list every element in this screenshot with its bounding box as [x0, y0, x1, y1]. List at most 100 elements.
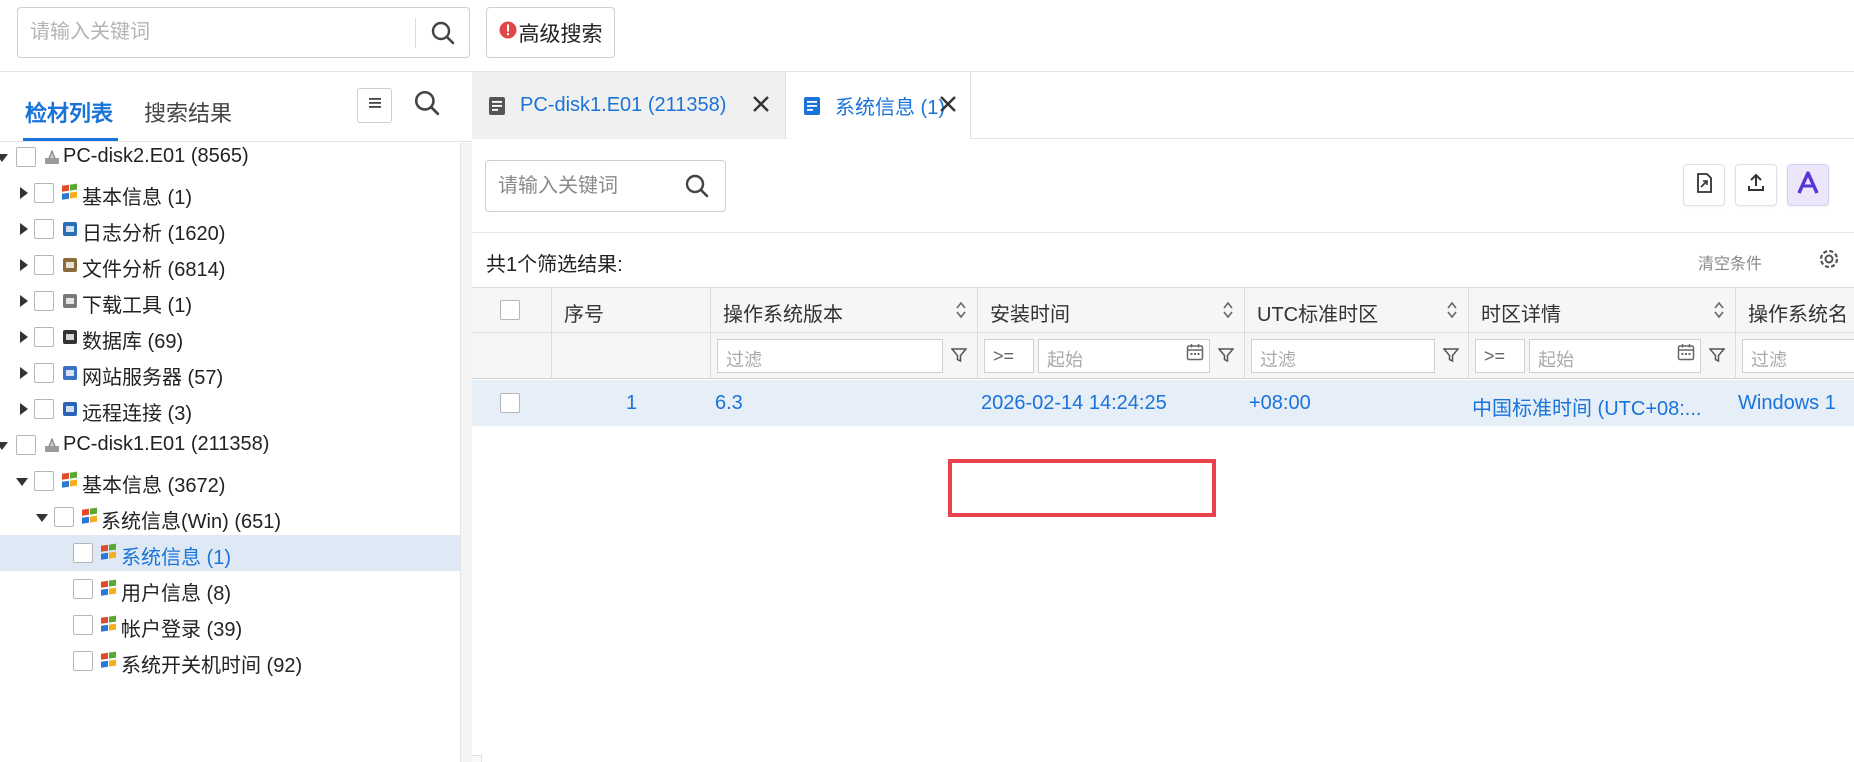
table-row[interactable]: 1 6.3 2026-02-14 14:24:25 +08:00 中国标准时间 …: [472, 380, 1854, 426]
filter-input[interactable]: 过滤: [1251, 339, 1435, 373]
export-file-button[interactable]: [1683, 164, 1725, 206]
date-placeholder: 起始: [1047, 350, 1083, 370]
sort-icon[interactable]: [955, 300, 967, 325]
cell-tz-detail: 中国标准时间 (UTC+08:...: [1472, 398, 1702, 420]
expand-right-icon[interactable]: [20, 223, 28, 235]
panel-resize-handle[interactable]: [472, 755, 482, 762]
expand-right-icon[interactable]: [20, 331, 28, 343]
tree-node[interactable]: 帐户登录 (39): [0, 607, 460, 643]
clear-filters-link[interactable]: 清空条件: [1698, 250, 1762, 274]
advanced-search-button[interactable]: 高级搜索: [486, 7, 615, 58]
tree-checkbox[interactable]: [54, 507, 74, 527]
tree-checkbox[interactable]: [34, 363, 54, 383]
tab-evidence-list[interactable]: 检材列表: [25, 96, 113, 128]
close-icon[interactable]: [937, 93, 959, 120]
close-icon[interactable]: [750, 93, 772, 120]
cell-os-name: Windows 1: [1738, 392, 1836, 414]
upload-icon: [1746, 173, 1766, 198]
expand-down-icon[interactable]: [36, 514, 48, 522]
expand-down-icon[interactable]: [0, 154, 8, 162]
column-header-utc-offset[interactable]: UTC标准时区: [1245, 288, 1469, 334]
tree-node[interactable]: 下载工具 (1): [0, 283, 460, 319]
sort-icon[interactable]: [1713, 300, 1725, 325]
row-checkbox[interactable]: [500, 393, 520, 413]
tree-checkbox[interactable]: [16, 435, 36, 455]
sort-icon[interactable]: [1446, 300, 1458, 325]
tree-node[interactable]: 基本信息 (1): [0, 175, 460, 211]
tree-node[interactable]: PC-disk2.E01 (8565): [0, 143, 460, 175]
date-start-input[interactable]: 起始: [1038, 339, 1210, 373]
filter-input[interactable]: 过滤: [717, 339, 943, 373]
tree-checkbox[interactable]: [34, 471, 54, 491]
windows-icon: [99, 543, 119, 563]
filter-funnel-icon[interactable]: [1217, 347, 1235, 368]
filter-input[interactable]: 过滤: [1742, 339, 1854, 373]
tree-node[interactable]: 系统开关机时间 (92): [0, 643, 460, 679]
sort-icon[interactable]: [1222, 300, 1234, 325]
expand-right-icon[interactable]: [20, 187, 28, 199]
tab-system-info[interactable]: 系统信息 (1): [787, 72, 971, 139]
global-search-input[interactable]: [30, 8, 420, 57]
column-header-os-name[interactable]: 操作系统名: [1736, 288, 1854, 334]
expand-right-icon[interactable]: [20, 295, 28, 307]
filter-cell-empty: [552, 333, 711, 379]
tree-node-label: 下载工具 (1): [82, 295, 192, 317]
tree-node[interactable]: 用户信息 (8): [0, 571, 460, 607]
expand-right-icon[interactable]: [20, 367, 28, 379]
tree-checkbox[interactable]: [73, 615, 93, 635]
calendar-icon[interactable]: [1186, 343, 1204, 366]
tree-node[interactable]: 文件分析 (6814): [0, 247, 460, 283]
table-filter-row: 过滤 >= 起始 过滤 >= 起始 过滤: [472, 333, 1854, 379]
tree-checkbox[interactable]: [34, 399, 54, 419]
search-icon[interactable]: [413, 89, 441, 122]
tree-checkbox[interactable]: [73, 543, 93, 563]
filter-funnel-icon[interactable]: [1442, 347, 1460, 368]
disk-icon: [42, 435, 62, 455]
tree-checkbox[interactable]: [34, 183, 54, 203]
tree-checkbox[interactable]: [34, 219, 54, 239]
tab-pc-disk1[interactable]: PC-disk1.E01 (211358): [472, 72, 786, 139]
tree-checkbox[interactable]: [34, 291, 54, 311]
tree-scrollbar[interactable]: [460, 143, 472, 762]
disk-icon: [42, 147, 62, 167]
database-icon: [60, 327, 80, 347]
calendar-icon[interactable]: [1677, 343, 1695, 366]
upload-button[interactable]: [1735, 164, 1777, 206]
advanced-search-label: 高级搜索: [518, 22, 603, 46]
table-search-input[interactable]: [498, 161, 678, 211]
column-header-install-time[interactable]: 安装时间: [978, 288, 1245, 334]
tree-node[interactable]: 数据库 (69): [0, 319, 460, 355]
tree-node[interactable]: 网站服务器 (57): [0, 355, 460, 391]
filter-funnel-icon[interactable]: [950, 347, 968, 368]
search-icon[interactable]: [430, 20, 456, 51]
tree-node[interactable]: 系统信息 (1): [0, 535, 460, 571]
ai-assistant-button[interactable]: [1787, 164, 1829, 206]
filter-funnel-icon[interactable]: [1708, 347, 1726, 368]
tree-node[interactable]: 基本信息 (3672): [0, 463, 460, 499]
select-all-checkbox[interactable]: [500, 300, 520, 320]
column-header-tz-detail[interactable]: 时区详情: [1469, 288, 1736, 334]
date-operator-select[interactable]: >=: [984, 339, 1034, 373]
tree-node[interactable]: PC-disk1.E01 (211358): [0, 427, 460, 463]
tree-checkbox[interactable]: [34, 327, 54, 347]
expand-down-icon[interactable]: [0, 442, 8, 450]
tree-node[interactable]: 远程连接 (3): [0, 391, 460, 427]
column-header-index[interactable]: 序号: [552, 288, 711, 334]
tree-node[interactable]: 系统信息(Win) (651): [0, 499, 460, 535]
expand-right-icon[interactable]: [20, 403, 28, 415]
gear-icon[interactable]: [1816, 246, 1842, 277]
tree-node[interactable]: 日志分析 (1620): [0, 211, 460, 247]
expand-right-icon[interactable]: [20, 259, 28, 271]
list-view-button[interactable]: [357, 88, 392, 123]
tree-checkbox[interactable]: [73, 579, 93, 599]
date-start-input[interactable]: 起始: [1529, 339, 1701, 373]
tab-search-results[interactable]: 搜索结果: [144, 96, 232, 128]
search-icon[interactable]: [684, 173, 710, 204]
date-operator-select[interactable]: >=: [1475, 339, 1525, 373]
tree-checkbox[interactable]: [16, 147, 36, 167]
expand-down-icon[interactable]: [16, 478, 28, 486]
column-header-os-version[interactable]: 操作系统版本: [711, 288, 978, 334]
tree-checkbox[interactable]: [34, 255, 54, 275]
tree-node-label: 系统开关机时间 (92): [121, 655, 303, 677]
tree-checkbox[interactable]: [73, 651, 93, 671]
